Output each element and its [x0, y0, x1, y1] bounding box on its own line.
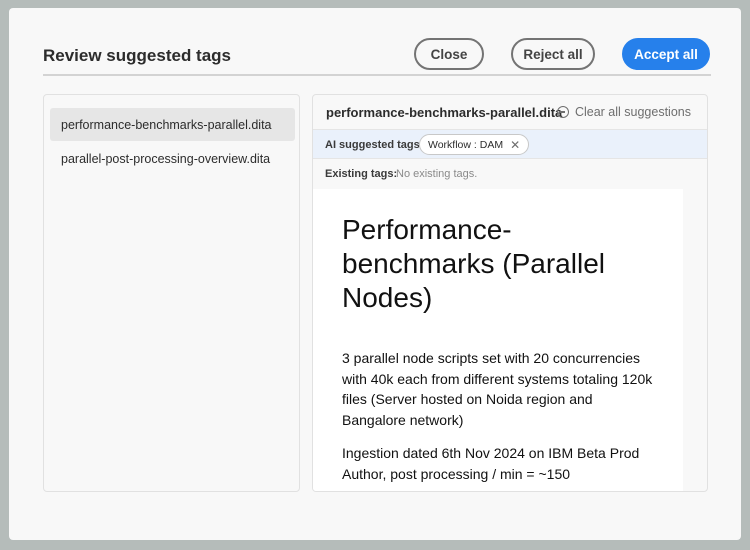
- dialog-header: Review suggested tags Close Reject all A…: [43, 38, 711, 78]
- ai-suggested-tags-row: AI suggested tags: Workflow : DAM ✕: [313, 129, 707, 159]
- existing-tags-label: Existing tags:: [325, 168, 398, 180]
- remove-tag-icon[interactable]: ✕: [510, 139, 520, 151]
- document-paragraph: Ingestion dated 6th Nov 2024 on IBM Beta…: [342, 445, 640, 482]
- reject-all-button[interactable]: Reject all: [511, 38, 595, 70]
- existing-tags-value: No existing tags.: [396, 168, 478, 180]
- file-list-item[interactable]: performance-benchmarks-parallel.dita: [50, 108, 295, 141]
- review-tags-dialog: Review suggested tags Close Reject all A…: [9, 8, 741, 540]
- file-list: performance-benchmarks-parallel.dita par…: [43, 94, 300, 492]
- document-paragraph: 3 parallel node scripts set with 20 conc…: [342, 350, 653, 428]
- accept-all-button[interactable]: Accept all: [622, 38, 710, 70]
- ai-suggested-tags-label: AI suggested tags:: [325, 139, 424, 151]
- file-list-item[interactable]: parallel-post-processing-overview.dita: [50, 142, 295, 175]
- preview-file-title: performance-benchmarks-parallel.dita: [326, 105, 563, 120]
- tag-label: Workflow : DAM: [428, 138, 504, 151]
- preview-header: performance-benchmarks-parallel.dita Cle…: [313, 95, 707, 129]
- header-divider: [43, 74, 711, 76]
- document-preview: Performance-benchmarks (Parallel Nodes) …: [313, 189, 683, 491]
- clear-all-suggestions-button[interactable]: Clear all suggestions: [556, 105, 691, 119]
- clear-all-label: Clear all suggestions: [574, 105, 691, 119]
- dialog-title: Review suggested tags: [43, 46, 232, 65]
- close-button[interactable]: Close: [414, 38, 484, 70]
- file-name: performance-benchmarks-parallel.dita: [61, 117, 272, 132]
- document-heading: Performance-benchmarks (Parallel Nodes): [342, 214, 605, 313]
- remove-circle-icon: [556, 106, 569, 118]
- suggested-tag-chip: Workflow : DAM ✕: [419, 134, 530, 155]
- file-name: parallel-post-processing-overview.dita: [61, 151, 271, 166]
- existing-tags-row: Existing tags: No existing tags.: [313, 159, 707, 189]
- file-preview-panel: performance-benchmarks-parallel.dita Cle…: [312, 94, 708, 492]
